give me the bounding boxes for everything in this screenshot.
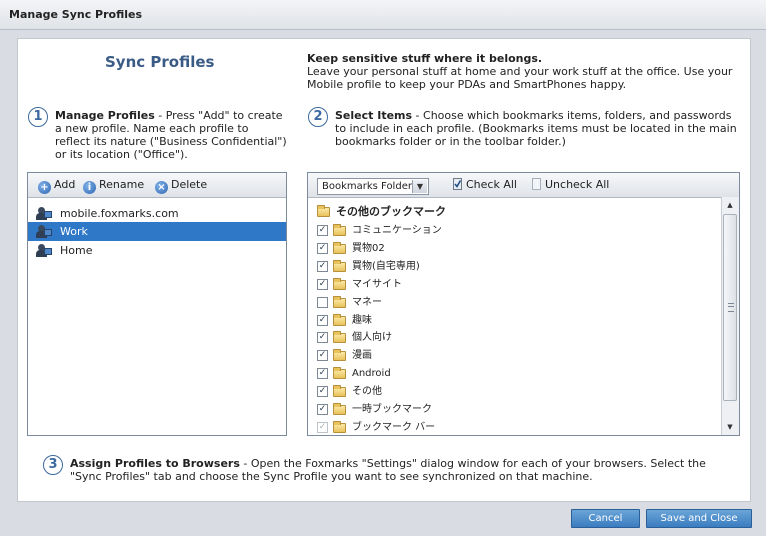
chevron-down-icon: ▼ — [412, 180, 427, 193]
page-title: Sync Profiles — [105, 53, 215, 71]
open-folder-icon — [317, 205, 330, 217]
title-bar: Manage Sync Profiles — [0, 0, 766, 30]
item-label: マネー — [352, 296, 382, 308]
profile-item[interactable]: mobile.foxmarks.com — [28, 204, 286, 223]
folder-icon — [333, 420, 346, 433]
item-checkbox[interactable]: ✓ — [317, 404, 328, 415]
intro: Keep sensitive stuff where it belongs. L… — [307, 52, 737, 91]
delete-profile-button[interactable]: × Delete — [155, 177, 208, 194]
item-type-select[interactable]: Bookmarks Folder ▼ — [317, 178, 429, 195]
step-2-title: Select Items — [335, 109, 413, 122]
rename-label: Rename — [99, 178, 145, 191]
cancel-button[interactable]: Cancel — [571, 509, 640, 528]
items-tree: Bookmarks Folder ▼ Check All Uncheck All… — [307, 172, 740, 436]
uncheck-all-label: Uncheck All — [545, 178, 610, 191]
items-scrollbar[interactable]: ▲ ▼ — [721, 197, 739, 435]
folder-icon — [333, 367, 346, 380]
add-icon: + — [38, 181, 51, 194]
add-label: Add — [54, 178, 76, 191]
step-1-text: Manage Profiles - Press "Add" to create … — [55, 109, 287, 161]
item-checkbox[interactable]: ✓ — [317, 278, 328, 290]
delete-icon: × — [155, 181, 168, 194]
step-2-number: 2 — [308, 107, 328, 127]
delete-label: Delete — [171, 178, 208, 191]
folder-icon — [333, 385, 346, 398]
folder-icon — [333, 349, 346, 362]
scroll-up-icon[interactable]: ▲ — [722, 197, 738, 213]
profile-name: mobile.foxmarks.com — [60, 207, 179, 220]
profile-item[interactable]: Work — [28, 222, 286, 241]
item-label: 個人向け — [352, 332, 392, 344]
rename-icon: i — [83, 181, 96, 194]
item-type-value: Bookmarks Folder — [322, 181, 412, 192]
item-checkbox[interactable] — [317, 296, 328, 308]
rename-profile-button[interactable]: i Rename — [83, 177, 145, 194]
item-checkbox[interactable]: ✓ — [317, 332, 328, 344]
step-3-number: 3 — [43, 455, 63, 475]
item-checkbox[interactable]: ✓ — [317, 260, 328, 272]
save-and-close-button[interactable]: Save and Close — [646, 509, 752, 528]
profiles-toolbar: + Add i Rename × Delete — [28, 173, 286, 198]
user-computer-icon — [36, 207, 52, 220]
item-label: 一時ブックマーク — [352, 404, 432, 415]
item-label: Android — [352, 368, 391, 380]
root-folder-label: その他のブックマーク — [336, 205, 446, 218]
folder-icon — [333, 277, 346, 290]
check-all-label: Check All — [466, 178, 517, 191]
items-toolbar: Bookmarks Folder ▼ Check All Uncheck All — [308, 173, 739, 198]
item-checkbox[interactable]: ✓ — [317, 225, 328, 236]
item-label: その他 — [352, 386, 382, 398]
item-label: ブックマーク バー — [352, 421, 436, 433]
check-all-icon — [453, 178, 462, 190]
folder-icon — [333, 313, 346, 326]
profile-name: Work — [60, 225, 88, 238]
item-label: 買物(自宅専用) — [352, 260, 420, 272]
item-label: コミュニケーション — [352, 225, 442, 236]
item-checkbox[interactable]: ✓ — [317, 314, 328, 326]
item-checkbox[interactable]: ✓ — [317, 350, 328, 362]
scroll-thumb[interactable] — [723, 214, 737, 401]
user-computer-icon — [36, 225, 52, 238]
step-3-text: Assign Profiles to Browsers - Open the F… — [70, 457, 740, 483]
folder-icon — [333, 224, 346, 236]
item-checkbox: ✓ — [317, 421, 328, 433]
window-title: Manage Sync Profiles — [9, 8, 143, 21]
item-label: 買物02 — [352, 242, 385, 254]
step-1-number: 1 — [28, 107, 48, 127]
uncheck-all-button[interactable]: Uncheck All — [532, 177, 609, 193]
user-computer-icon — [36, 244, 52, 257]
intro-body: Leave your personal stuff at home and yo… — [307, 65, 733, 91]
step-2-text: Select Items - Choose which bookmarks it… — [335, 109, 739, 148]
check-all-button[interactable]: Check All — [453, 177, 517, 193]
uncheck-all-icon — [532, 178, 541, 190]
step-1-title: Manage Profiles — [55, 109, 155, 122]
folder-icon — [333, 403, 346, 415]
folder-icon — [333, 331, 346, 344]
profiles-list: + Add i Rename × Delete mobile.foxmarks.com… — [27, 172, 287, 436]
folder-icon — [333, 241, 346, 254]
scroll-down-icon[interactable]: ▼ — [722, 419, 738, 435]
intro-title: Keep sensitive stuff where it belongs. — [307, 52, 543, 65]
add-profile-button[interactable]: + Add — [38, 177, 76, 194]
item-checkbox[interactable]: ✓ — [317, 242, 328, 254]
step-3-title: Assign Profiles to Browsers — [70, 457, 240, 470]
folder-icon — [333, 295, 346, 308]
item-label: マイサイト — [352, 278, 402, 290]
profile-item[interactable]: Home — [28, 241, 286, 260]
profile-name: Home — [60, 244, 93, 257]
item-label: 漫画 — [352, 350, 372, 362]
item-label: 趣味 — [352, 314, 372, 326]
folder-icon — [333, 259, 346, 272]
item-checkbox[interactable]: ✓ — [317, 368, 328, 380]
item-checkbox[interactable]: ✓ — [317, 386, 328, 398]
